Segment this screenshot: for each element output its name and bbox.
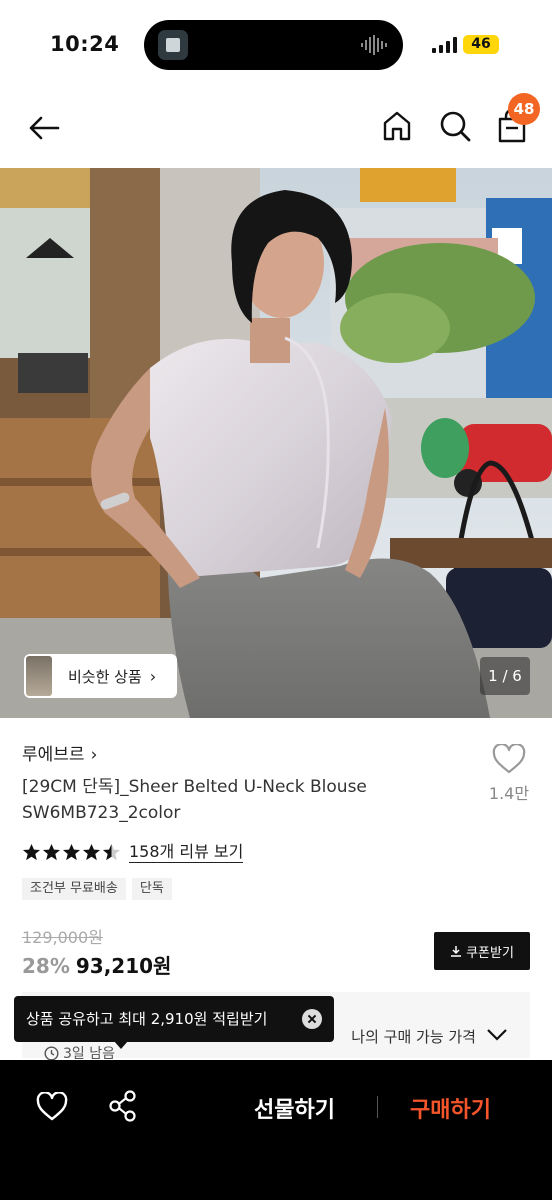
original-price: 129,000원 [22, 928, 103, 947]
star-rating [22, 843, 121, 862]
cart-count-badge: 48 [508, 93, 540, 125]
my-price-label: 나의 구매 가능 가격 [351, 1028, 476, 1046]
coupon-button[interactable]: 쿠폰받기 [434, 932, 530, 970]
toast-message: 상품 공유하고 최대 2,910원 적립받기 [26, 1010, 268, 1028]
chevron-down-icon [487, 1029, 507, 1041]
star-full-icon [42, 843, 61, 861]
similar-products-button[interactable]: 비슷한 상품 › [24, 654, 177, 698]
review-link[interactable]: 158개 리뷰 보기 [129, 842, 244, 863]
toast-pointer [114, 1041, 128, 1049]
home-icon[interactable] [378, 107, 416, 145]
share-reward-toast: 상품 공유하고 최대 2,910원 적립받기 [14, 996, 334, 1042]
chevron-right-icon: › [149, 666, 157, 686]
close-icon[interactable] [302, 1009, 322, 1029]
product-title: [29CM 단독]_Sheer Belted U-Neck Blouse SW6… [22, 777, 367, 823]
star-full-icon [82, 843, 101, 861]
rating-row: 158개 리뷰 보기 [22, 842, 244, 863]
product-photo [0, 168, 552, 718]
product-tags: 조건부 무료배송 단독 [22, 878, 172, 900]
product-image[interactable] [0, 168, 552, 718]
tag-exclusive: 단독 [131, 878, 172, 900]
tag-free-shipping: 조건부 무료배송 [22, 878, 126, 900]
live-activity-app-icon [158, 30, 188, 60]
status-time: 10:24 [50, 32, 120, 56]
like-button[interactable]: 1.4만 [486, 744, 532, 804]
star-full-icon [62, 843, 81, 861]
audio-wave-icon [361, 35, 387, 55]
heart-icon [492, 744, 526, 774]
dynamic-island [144, 20, 403, 70]
status-bar: 10:24 46 [0, 0, 552, 90]
download-icon [451, 946, 462, 957]
buy-button[interactable]: 구매하기 [410, 1092, 491, 1124]
cellular-signal-icon [432, 37, 457, 53]
price-row: 28% 93,210원 [22, 950, 171, 979]
search-icon[interactable] [436, 107, 474, 145]
battery-indicator: 46 [463, 35, 499, 54]
clock-icon [44, 1045, 59, 1061]
image-page-indicator: 1 / 6 [480, 657, 530, 695]
star-half-icon [102, 843, 121, 861]
top-navigation [0, 92, 552, 164]
brand-link[interactable]: 루에브르 › [22, 740, 97, 765]
back-arrow-icon[interactable] [24, 108, 64, 148]
gift-button[interactable]: 선물하기 [254, 1092, 335, 1124]
similar-product-thumbnail [26, 656, 52, 696]
coupon-button-label: 쿠폰받기 [466, 945, 514, 961]
brand-name: 루에브르 [22, 745, 85, 765]
star-full-icon [22, 843, 41, 861]
like-count: 1.4만 [488, 784, 530, 803]
discount-rate: 28% [22, 954, 70, 978]
bottom-action-bar: 선물하기 구매하기 [0, 1060, 552, 1200]
similar-products-label: 비슷한 상품 [68, 667, 142, 686]
heart-icon[interactable] [36, 1092, 68, 1122]
chevron-right-icon: › [90, 745, 98, 765]
sale-price: 93,210원 [75, 954, 172, 978]
divider [377, 1096, 378, 1118]
share-icon[interactable] [108, 1090, 138, 1122]
